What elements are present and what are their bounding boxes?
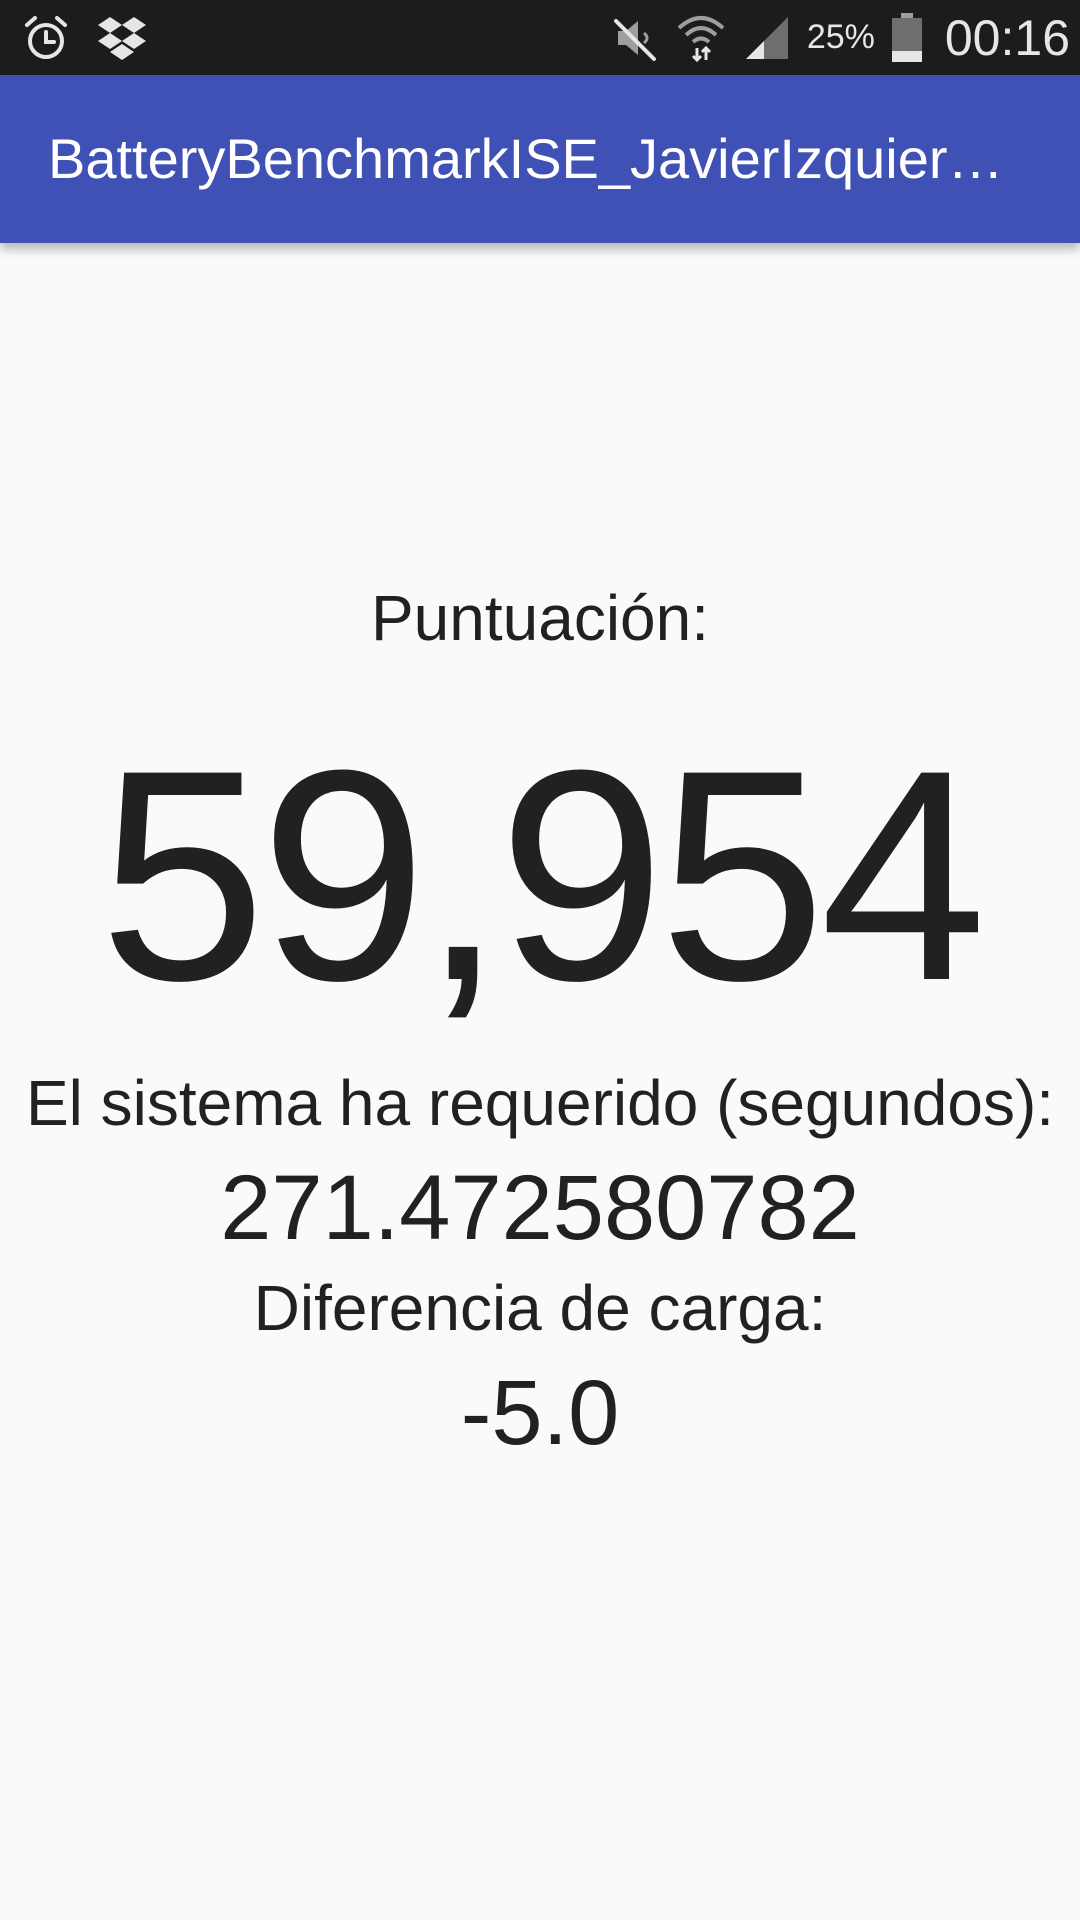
score-value: 59,954 xyxy=(99,707,987,1043)
results-panel: Puntuación: 59,954 El sistema ha requeri… xyxy=(0,243,1080,1920)
battery-icon xyxy=(889,12,925,64)
status-bar: 25% 00:16 xyxy=(0,0,1080,75)
wifi-icon xyxy=(675,12,727,64)
charge-difference-value: -5.0 xyxy=(460,1362,620,1464)
screen: 25% 00:16 BatteryBenchmarkISE_JavierIzqu… xyxy=(0,0,1080,1920)
status-clock: 00:16 xyxy=(944,9,1070,66)
mute-icon xyxy=(609,12,661,64)
charge-difference-label: Diferencia de carga: xyxy=(253,1272,827,1344)
signal-icon xyxy=(741,12,793,64)
dropbox-icon xyxy=(96,12,148,64)
status-left-icons xyxy=(20,0,148,75)
app-bar: BatteryBenchmarkISE_JavierIzquierdo xyxy=(0,75,1080,243)
time-label: El sistema ha requerido (segundos): xyxy=(25,1067,1055,1139)
time-value: 271.472580782 xyxy=(220,1157,860,1259)
status-right-icons: 25% 00:16 xyxy=(609,0,1070,75)
battery-percent: 25% xyxy=(806,18,875,56)
alarm-icon xyxy=(20,12,72,64)
score-label: Puntuación: xyxy=(370,582,710,654)
app-title: BatteryBenchmarkISE_JavierIzquierdo xyxy=(48,127,1008,190)
